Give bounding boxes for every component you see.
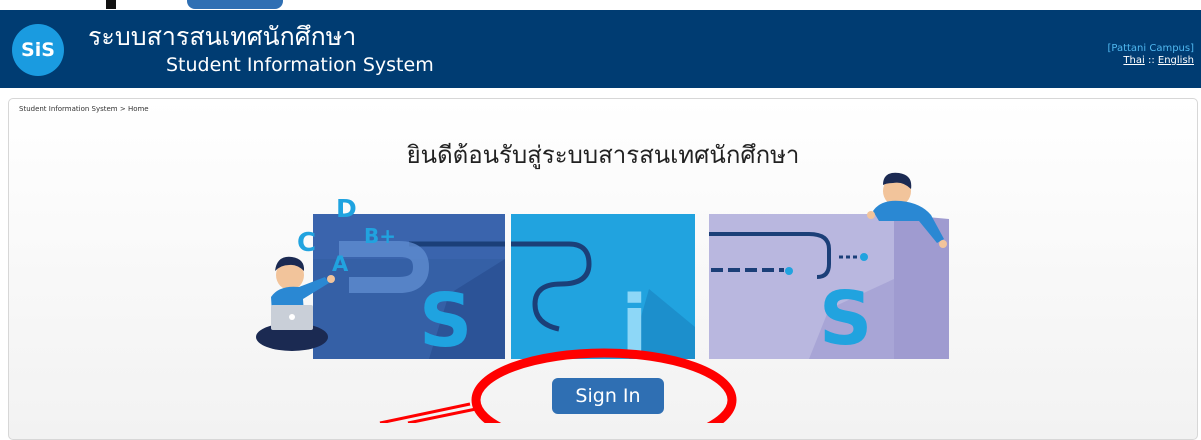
letter-i: i	[621, 280, 648, 370]
campus-label: [Pattani Campus]	[1107, 43, 1194, 54]
block-left	[313, 214, 505, 359]
letter-s-left: S	[419, 278, 472, 364]
sign-in-button[interactable]: Sign In	[552, 378, 664, 414]
grade-a: A	[332, 252, 349, 276]
block-middle	[511, 214, 695, 359]
top-strip	[0, 0, 1201, 10]
campus-language-box: [Pattani Campus] Thai :: English	[1107, 43, 1194, 67]
cropped-fragment	[106, 0, 116, 9]
language-english-link[interactable]: English	[1158, 55, 1194, 66]
language-thai-link[interactable]: Thai	[1123, 55, 1144, 66]
cropped-button-fragment	[187, 0, 283, 9]
grade-c: C	[297, 228, 316, 258]
sis-logo[interactable]: SiS	[12, 24, 64, 76]
language-separator: ::	[1144, 55, 1158, 66]
language-switch: Thai :: English	[1107, 55, 1194, 67]
site-title-english: Student Information System	[166, 54, 434, 76]
letter-s-right: S	[819, 276, 872, 362]
site-title-thai: ระบบสารสนเทศนักศึกษา	[88, 22, 357, 51]
site-header: SiS ระบบสารสนเทศนักศึกษา Student Informa…	[0, 10, 1201, 88]
grade-d: D	[336, 194, 357, 223]
grade-b-plus: B+	[364, 224, 396, 248]
content-panel: Student Information System > Home ยินดีต…	[8, 98, 1198, 440]
